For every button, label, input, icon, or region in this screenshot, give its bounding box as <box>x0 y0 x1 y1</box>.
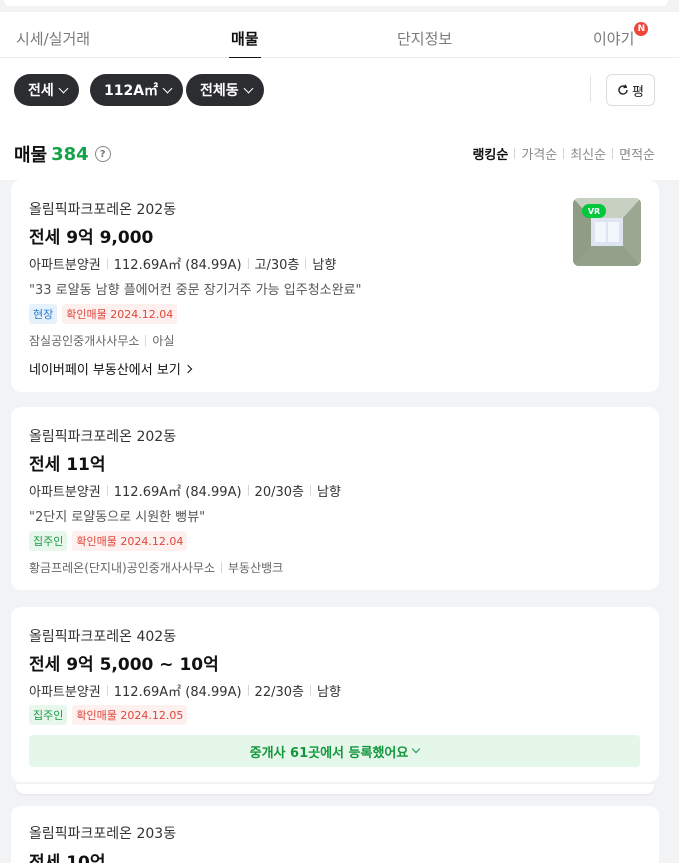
listing-tags: 현장 확인매물 2024.12.04 <box>29 304 178 324</box>
chevron-down-icon <box>58 83 69 93</box>
listing-price: 전세 11억 <box>29 455 106 475</box>
spec-type: 아파트분양권 <box>29 685 101 700</box>
spec-floor: 고/30층 <box>254 258 300 273</box>
owner-tag: 집주인 <box>29 705 68 725</box>
vr-badge: VR <box>582 204 606 218</box>
agents-button-label: 중개사 61곳에서 등록했어요 <box>249 745 409 761</box>
sort-ranking[interactable]: 랭킹순 <box>472 144 508 163</box>
listing-spec: 아파트분양권 112.69A㎡ (84.99A) 22/30층 남향 <box>29 681 341 700</box>
listing-price: 전세 9억 9,000 <box>29 228 154 248</box>
listing-building: 올림픽파크포레온 402동 <box>29 629 177 645</box>
unit-toggle-button[interactable]: 평 <box>606 74 655 106</box>
listing-tags: 집주인 확인매물 2024.12.05 <box>29 705 188 725</box>
tab-complex-info[interactable]: 단지정보 <box>397 28 452 49</box>
sort-latest[interactable]: 최신순 <box>570 144 606 163</box>
listing-spec: 아파트분양권 112.69A㎡ (84.99A) 20/30층 남향 <box>29 481 341 500</box>
spec-floor: 22/30층 <box>254 685 304 700</box>
listing-building: 올림픽파크포레온 202동 <box>29 429 177 445</box>
spec-area: 112.69A㎡ (84.99A) <box>113 258 242 273</box>
listing-price: 전세 9억 5,000 ~ 10억 <box>29 655 219 675</box>
agent-name: 황금프레온(단지내)공인중개사사무소 <box>29 561 216 575</box>
chevron-down-icon <box>243 83 254 93</box>
view-on-naverpay-link[interactable]: 네이버페이 부동산에서 보기 <box>29 359 193 378</box>
tab-stories[interactable]: 이야기 N <box>593 22 649 49</box>
listing-thumbnail[interactable]: VR <box>573 198 641 266</box>
listing-count-title: 매물 384 ? <box>14 141 111 167</box>
listing-agent: 황금프레온(단지내)공인중개사사무소 부동산뱅크 <box>29 559 283 576</box>
chevron-down-icon <box>412 744 421 754</box>
listing-tags: 집주인 확인매물 2024.12.04 <box>29 531 188 551</box>
unit-label: 평 <box>632 84 644 100</box>
listing-card[interactable]: 올림픽파크포레온 402동 전세 9억 5,000 ~ 10억 아파트분양권 1… <box>11 607 659 782</box>
listing-title: 매물 <box>14 145 48 166</box>
listing-card[interactable]: 올림픽파크포레온 202동 전세 9억 9,000 아파트분양권 112.69A… <box>11 180 659 392</box>
spec-direction: 남향 <box>316 685 341 700</box>
site-tag: 현장 <box>29 304 58 324</box>
listing-building: 올림픽파크포레온 203동 <box>29 826 177 842</box>
link-label: 네이버페이 부동산에서 보기 <box>29 363 181 378</box>
trade-type-filter[interactable]: 전세 <box>14 74 79 106</box>
spec-area: 112.69A㎡ (84.99A) <box>113 485 242 500</box>
spec-direction: 남향 <box>312 258 337 273</box>
building-label: 전체동 <box>200 83 239 99</box>
listing-description: "2단지 로얄동으로 시원한 뻥뷰" <box>29 510 206 525</box>
chevron-right-icon <box>183 364 193 373</box>
building-filter[interactable]: 전체동 <box>186 74 264 106</box>
agent-source: 아실 <box>152 334 175 348</box>
sort-area[interactable]: 면적순 <box>619 144 655 163</box>
agent-name: 잠실공인중개사사무소 <box>29 334 140 348</box>
verified-tag: 확인매물 2024.12.05 <box>72 705 188 725</box>
tab-bar: 시세/실거래 매물 단지정보 이야기 N <box>0 12 679 59</box>
verified-tag: 확인매물 2024.12.04 <box>72 531 188 551</box>
sort-price[interactable]: 가격순 <box>521 144 557 163</box>
listing-price: 전세 10억 <box>29 853 106 863</box>
listing-header: 매물 384 ? 랭킹순 가격순 최신순 면적순 <box>0 120 679 180</box>
tab-stories-label: 이야기 <box>593 30 635 48</box>
listing-agent: 잠실공인중개사사무소 아실 <box>29 332 175 349</box>
area-label: 112A㎡ <box>104 83 159 99</box>
new-badge: N <box>634 22 649 36</box>
listing-card[interactable]: 올림픽파크포레온 202동 전세 11억 아파트분양권 112.69A㎡ (84… <box>11 407 659 590</box>
listing-building: 올림픽파크포레온 202동 <box>29 202 177 218</box>
verified-tag: 확인매물 2024.12.04 <box>62 304 178 324</box>
listing-count: 384 <box>51 143 89 165</box>
owner-tag: 집주인 <box>29 531 68 551</box>
show-agents-button[interactable]: 중개사 61곳에서 등록했어요 <box>29 735 640 767</box>
tab-price-history[interactable]: 시세/실거래 <box>16 28 90 49</box>
area-filter[interactable]: 112A㎡ <box>90 74 184 106</box>
filter-bar: 전세 112A㎡ 전체동 평 <box>0 58 679 120</box>
tab-listings[interactable]: 매물 <box>229 28 261 59</box>
spec-floor: 20/30층 <box>254 485 304 500</box>
top-strip <box>0 0 668 12</box>
chevron-down-icon <box>162 83 173 93</box>
refresh-icon <box>618 84 628 95</box>
agent-source: 부동산뱅크 <box>228 561 284 575</box>
spec-direction: 남향 <box>316 485 341 500</box>
divider <box>590 76 591 102</box>
spec-type: 아파트분양권 <box>29 485 101 500</box>
listing-card[interactable]: 올림픽파크포레온 203동 전세 10억 <box>11 806 659 863</box>
listing-description: "33 로얄동 남향 플에어컨 중문 장기거주 가능 입주청소완료" <box>29 283 362 298</box>
help-icon[interactable]: ? <box>94 146 111 162</box>
sort-options: 랭킹순 가격순 최신순 면적순 <box>472 144 655 163</box>
listing-spec: 아파트분양권 112.69A㎡ (84.99A) 고/30층 남향 <box>29 254 336 273</box>
card-stack-edge <box>16 784 654 794</box>
spec-area: 112.69A㎡ (84.99A) <box>113 685 242 700</box>
trade-type-label: 전세 <box>28 83 54 99</box>
spec-type: 아파트분양권 <box>29 258 101 273</box>
